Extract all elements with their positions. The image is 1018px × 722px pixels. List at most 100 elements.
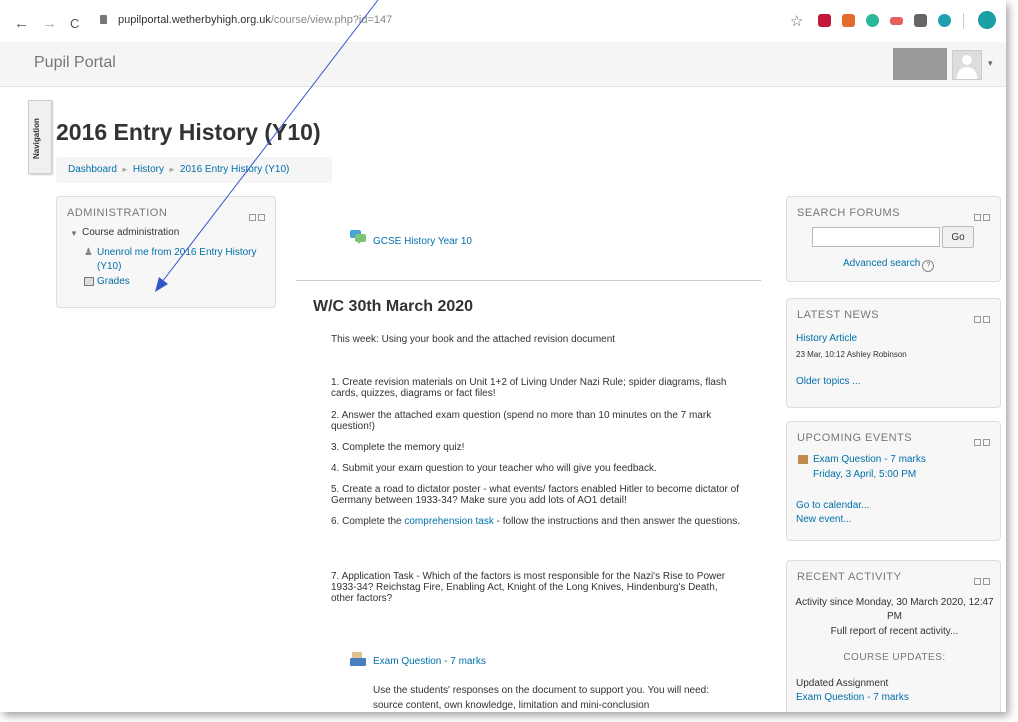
dock-icon[interactable] — [258, 214, 265, 221]
site-header: Pupil Portal ▾ — [0, 42, 1006, 87]
collapse-icon[interactable] — [974, 439, 981, 446]
history-article-link[interactable]: History Article — [796, 333, 857, 344]
screenshot-frame: ← → C pupilportal.wetherbyhigh.org.uk/co… — [0, 0, 1006, 712]
site-brand[interactable]: Pupil Portal — [34, 54, 116, 72]
url-host: pupilportal.wetherbyhigh.org.uk — [118, 14, 271, 26]
breadcrumb-history[interactable]: History — [133, 164, 164, 175]
recent-exam-question-link[interactable]: Exam Question - 7 marks — [796, 692, 909, 703]
grades-link[interactable]: Grades — [97, 276, 130, 287]
task-item-6-suffix: - follow the instructions and then answe… — [493, 516, 741, 527]
latest-news-title: LATEST NEWS — [797, 309, 880, 321]
dock-icon[interactable] — [983, 439, 990, 446]
address-bar[interactable]: pupilportal.wetherbyhigh.org.uk/course/v… — [118, 14, 392, 26]
navigation-drawer-toggle[interactable]: Navigation — [28, 100, 52, 174]
gcse-forum-link[interactable]: GCSE History Year 10 — [373, 236, 472, 247]
new-event-link[interactable]: New event... — [796, 514, 852, 525]
grades-table-icon — [84, 277, 94, 286]
url-path: /course/view.php?id=147 — [270, 14, 393, 26]
breadcrumb-dashboard[interactable]: Dashboard — [68, 164, 117, 175]
search-forums-block: SEARCH FORUMS Go Advanced search? — [786, 196, 1001, 282]
upcoming-events-block: UPCOMING EVENTS Exam Question - 7 marks … — [786, 421, 1001, 541]
comprehension-task-link[interactable]: comprehension task — [404, 516, 494, 527]
task-item-7: 7. Application Task - Which of the facto… — [331, 571, 726, 604]
collapse-icon[interactable] — [249, 214, 256, 221]
go-to-calendar-link[interactable]: Go to calendar... — [796, 500, 869, 511]
assignment-icon — [350, 652, 366, 666]
extension-icon-4[interactable] — [890, 17, 903, 25]
advanced-search-area: Advanced search? — [843, 258, 935, 272]
event-date-link[interactable]: Friday, 3 April, 5:00 PM — [813, 469, 916, 480]
extension-icon-2[interactable] — [842, 14, 855, 27]
activity-since-text: Activity since Monday, 30 March 2020, 12… — [795, 597, 994, 622]
go-button[interactable]: Go — [942, 226, 974, 248]
avatar-head-shape — [962, 55, 972, 65]
event-link[interactable]: Exam Question - 7 marks — [813, 454, 926, 465]
section-title: W/C 30th March 2020 — [313, 298, 474, 315]
breadcrumb: Dashboard ► History ► 2016 Entry History (Y1… — [56, 157, 332, 183]
recent-activity-title: RECENT ACTIVITY — [797, 571, 902, 583]
search-forums-input[interactable] — [812, 227, 940, 247]
block-controls[interactable] — [247, 208, 267, 221]
expanded-triangle-icon[interactable]: ▼ — [70, 229, 78, 238]
section-divider — [296, 280, 761, 281]
assignment-event-icon — [798, 455, 808, 464]
administration-title: ADMINISTRATION — [67, 207, 168, 219]
reload-icon[interactable]: C — [70, 16, 79, 31]
task-item-5: 5. Create a road to dictator poster - wh… — [331, 484, 739, 506]
collapse-icon[interactable] — [974, 316, 981, 323]
back-icon[interactable]: ← — [14, 15, 29, 32]
help-icon[interactable]: ? — [922, 260, 935, 272]
extension-icon-6[interactable] — [938, 14, 951, 27]
task-item-6-prefix: 6. Complete the — [331, 516, 405, 527]
collapse-icon[interactable] — [974, 578, 981, 585]
forum-icon — [350, 230, 366, 244]
course-administration-node[interactable]: Course administration — [82, 227, 179, 238]
dock-icon[interactable] — [983, 578, 990, 585]
unenrol-link[interactable]: Unenrol me from 2016 Entry History (Y10) — [97, 246, 257, 274]
task-item-2: 2. Answer the attached exam question (sp… — [331, 410, 712, 432]
exam-question-description: Use the students' responses on the docum… — [373, 685, 710, 711]
block-controls[interactable] — [972, 433, 992, 446]
user-name-redacted[interactable] — [893, 48, 947, 80]
extension-icon-3[interactable] — [866, 14, 879, 27]
latest-news-block: LATEST NEWS History Article 23 Mar, 10:1… — [786, 298, 1001, 408]
page-title: 2016 Entry History (Y10) — [56, 119, 321, 145]
extension-icon-5[interactable] — [914, 14, 927, 27]
lock-icon — [100, 15, 107, 24]
updated-assignment-text: Updated Assignment — [796, 678, 889, 689]
user-avatar[interactable] — [952, 50, 982, 80]
task-item-3: 3. Complete the memory quiz! — [331, 442, 465, 453]
search-forums-title: SEARCH FORUMS — [797, 207, 901, 219]
navigation-tab-label: Navigation — [32, 118, 41, 159]
collapse-icon[interactable] — [974, 214, 981, 221]
older-topics-link[interactable]: Older topics ... — [796, 376, 860, 387]
exam-question-link[interactable]: Exam Question - 7 marks — [373, 656, 486, 667]
browser-toolbar: ← → C pupilportal.wetherbyhigh.org.uk/co… — [0, 0, 1006, 40]
advanced-search-link[interactable]: Advanced search — [843, 258, 920, 269]
profile-icon[interactable] — [978, 11, 996, 29]
dock-icon[interactable] — [983, 316, 990, 323]
block-controls[interactable] — [972, 208, 992, 221]
breadcrumb-separator: ► — [120, 165, 129, 174]
full-report-link[interactable]: Full report of recent activity... — [795, 625, 994, 639]
breadcrumb-course[interactable]: 2016 Entry History (Y10) — [180, 164, 290, 175]
intro-text: This week: Using your book and the attac… — [331, 334, 616, 345]
task-item-1: 1. Create revision materials on Unit 1+2… — [331, 377, 727, 399]
administration-block: ADMINISTRATION ▼ Course administration ♟… — [56, 196, 276, 308]
extension-icon-1[interactable] — [818, 14, 831, 27]
block-controls[interactable] — [972, 572, 992, 585]
task-item-4: 4. Submit your exam question to your tea… — [331, 463, 657, 474]
task-item-6: 6. Complete the comprehension task - fol… — [331, 516, 743, 527]
avatar-body-shape — [957, 67, 977, 79]
news-meta: 23 Mar, 10:12 Ashley Robinson — [796, 350, 907, 359]
upcoming-events-title: UPCOMING EVENTS — [797, 432, 913, 444]
breadcrumb-separator: ► — [167, 165, 176, 174]
recent-activity-block: RECENT ACTIVITY Activity since Monday, 3… — [786, 560, 1001, 712]
forward-icon[interactable]: → — [42, 15, 57, 32]
bookmark-star-icon[interactable]: ☆ — [790, 12, 803, 30]
user-menu-caret-icon[interactable]: ▾ — [988, 58, 993, 69]
toolbar-divider — [963, 13, 964, 29]
block-controls[interactable] — [972, 310, 992, 323]
user-icon: ♟ — [84, 247, 93, 258]
dock-icon[interactable] — [983, 214, 990, 221]
